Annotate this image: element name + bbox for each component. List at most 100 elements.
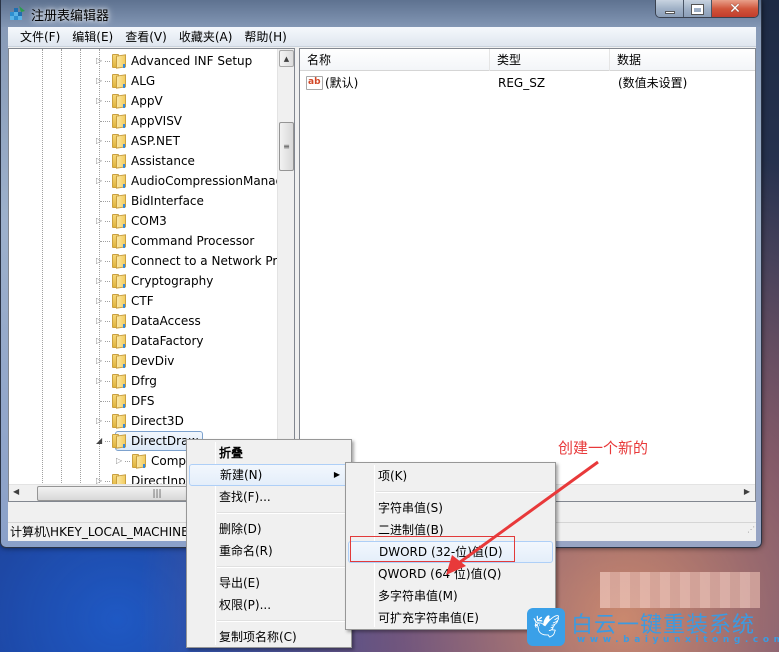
tree-item[interactable]: ▷ Dfrg (9, 371, 279, 391)
expand-arrow-icon[interactable]: ▷ (96, 156, 105, 165)
menu-item[interactable]: 项(K) (348, 465, 553, 487)
expand-arrow-icon[interactable]: ▷ (96, 256, 105, 265)
expand-arrow-icon[interactable]: ▷ (96, 216, 105, 225)
tree-item-label: BidInterface (131, 194, 204, 208)
tree-item-label: Cryptography (131, 274, 214, 288)
tree-item[interactable]: ▷ Assistance (9, 151, 279, 171)
menu-item-label: 新建(N) (220, 468, 263, 482)
menu-item[interactable]: QWORD (64 位)值(Q) (348, 563, 553, 585)
menu-item[interactable]: 查找(F)... (189, 486, 349, 508)
menu-bar: 文件(F) 编辑(E) 查看(V) 收藏夹(A) 帮助(H) (8, 27, 756, 47)
list-header: 名称 类型 数据 (300, 49, 755, 71)
column-type[interactable]: 类型 (490, 49, 610, 71)
tree-vertical-scrollbar[interactable]: ▲ ≡ (277, 49, 294, 485)
tree-item[interactable]: ▷ ALG (9, 71, 279, 91)
watermark: 🕊 白云一键重装系统 www.baiyunxitong.com (527, 607, 779, 649)
menu-item-label: 导出(E) (219, 576, 260, 590)
expand-arrow-icon[interactable]: ▷ (96, 356, 105, 365)
expand-arrow-icon[interactable]: ▷ (96, 336, 105, 345)
expand-arrow-icon[interactable]: ▷ (96, 276, 105, 285)
tree-item-label: COM3 (131, 214, 167, 228)
expand-arrow-icon[interactable]: ▷ (96, 76, 105, 85)
tree-item[interactable]: AppVISV (9, 111, 279, 131)
menu-item[interactable]: 字符串值(S) (348, 497, 553, 519)
collapse-arrow-icon[interactable]: ◢ (96, 436, 105, 445)
tree-connector (105, 161, 110, 162)
tree-connector (105, 261, 110, 262)
expand-arrow-icon[interactable]: ▷ (96, 316, 105, 325)
menu-favorites[interactable]: 收藏夹(A) (173, 28, 239, 45)
menu-item-label: 可扩充字符串值(E) (378, 611, 479, 625)
tree-scroll-thumb[interactable]: ≡ (279, 122, 294, 171)
tree-item[interactable]: Command Processor (9, 231, 279, 251)
menu-item[interactable]: 新建(N) ▶ (189, 464, 349, 486)
menu-edit[interactable]: 编辑(E) (66, 28, 119, 45)
tree-item-label: Assistance (131, 154, 195, 168)
resize-grip[interactable]: ⋰ (747, 520, 755, 539)
tree-item[interactable]: ▷ Cryptography (9, 271, 279, 291)
expand-arrow-icon[interactable]: ▷ (96, 296, 105, 305)
tree-item[interactable]: BidInterface (9, 191, 279, 211)
tree-connector (105, 381, 110, 382)
folder-icon (111, 413, 127, 429)
menu-item-label: 多字符串值(M) (378, 589, 458, 603)
scroll-right-button[interactable]: ▶ (744, 487, 750, 496)
expand-arrow-icon[interactable]: ▷ (96, 136, 105, 145)
tree-item-label: Connect to a Network Pro (131, 254, 285, 268)
folder-icon (111, 373, 127, 389)
tree-item[interactable]: ▷ CTF (9, 291, 279, 311)
tree-item[interactable]: ▷ COM3 (9, 211, 279, 231)
menu-file[interactable]: 文件(F) (14, 28, 66, 45)
menu-item[interactable]: 重命名(R) (189, 540, 349, 562)
minimize-button[interactable] (656, 0, 684, 17)
values-list[interactable]: 名称 类型 数据 ab (默认) REG_SZ (数值未设置) ▶ (299, 48, 756, 502)
folder-icon (111, 313, 127, 329)
expand-arrow-icon[interactable]: ▷ (116, 456, 125, 465)
tree-item-label: DataFactory (131, 334, 204, 348)
close-button[interactable]: ✕ (712, 0, 758, 17)
tree-item[interactable]: ▷ Advanced INF Setup (9, 51, 279, 71)
column-data[interactable]: 数据 (610, 49, 755, 71)
tree-connector (105, 141, 110, 142)
expand-arrow-icon[interactable]: ▷ (96, 176, 105, 185)
expand-arrow-icon[interactable]: ▷ (96, 56, 105, 65)
column-name[interactable]: 名称 (300, 49, 490, 71)
menu-item[interactable]: 折叠 (189, 442, 349, 464)
registry-tree[interactable]: ▷ Advanced INF Setup ▷ ALG ▷ AppV AppVISV ▷ ASP.… (8, 48, 295, 502)
menu-view[interactable]: 查看(V) (119, 28, 173, 45)
maximize-icon (691, 3, 704, 15)
scroll-up-button[interactable]: ▲ (279, 50, 294, 67)
folder-icon (111, 353, 127, 369)
tree-item-label: Dfrg (131, 374, 157, 388)
folder-icon (111, 153, 127, 169)
menu-item[interactable]: 复制项名称(C) (189, 626, 349, 648)
tree-item[interactable]: ▷ ASP.NET (9, 131, 279, 151)
tree-item[interactable]: ▷ DataFactory (9, 331, 279, 351)
menu-item[interactable]: 多字符串值(M) (348, 585, 553, 607)
tree-connector (105, 101, 110, 102)
menu-item[interactable]: 导出(E) (189, 572, 349, 594)
tree-item[interactable]: ▷ Connect to a Network Pro (9, 251, 284, 271)
menu-separator (217, 512, 349, 514)
tree-item[interactable]: DFS (9, 391, 279, 411)
tree-item[interactable]: ▷ AudioCompressionManag (9, 171, 283, 191)
menu-item[interactable]: 删除(D) (189, 518, 349, 540)
tree-item[interactable]: ▷ Direct3D (9, 411, 279, 431)
maximize-button[interactable] (684, 0, 712, 17)
tree-connector (105, 501, 110, 502)
tree-connector (105, 421, 110, 422)
tree-item[interactable]: ▷ AppV (9, 91, 279, 111)
expand-arrow-icon[interactable]: ▷ (96, 96, 105, 105)
tree-item-label: CTF (131, 294, 154, 308)
menu-item[interactable]: 可扩充字符串值(E) (348, 607, 553, 629)
scroll-left-button[interactable]: ◀ (13, 487, 19, 496)
menu-item[interactable]: 权限(P)... (189, 594, 349, 616)
expand-arrow-icon[interactable]: ▷ (96, 376, 105, 385)
title-bar: 注册表编辑器 ✕ (1, 0, 761, 27)
menu-help[interactable]: 帮助(H) (238, 28, 292, 45)
expand-arrow-icon[interactable]: ▷ (96, 416, 105, 425)
menu-item-label: 字符串值(S) (378, 501, 443, 515)
tree-item[interactable]: ▷ DevDiv (9, 351, 279, 371)
tree-item[interactable]: ▷ DataAccess (9, 311, 279, 331)
value-row[interactable]: ab (默认) REG_SZ (数值未设置) (300, 73, 755, 93)
